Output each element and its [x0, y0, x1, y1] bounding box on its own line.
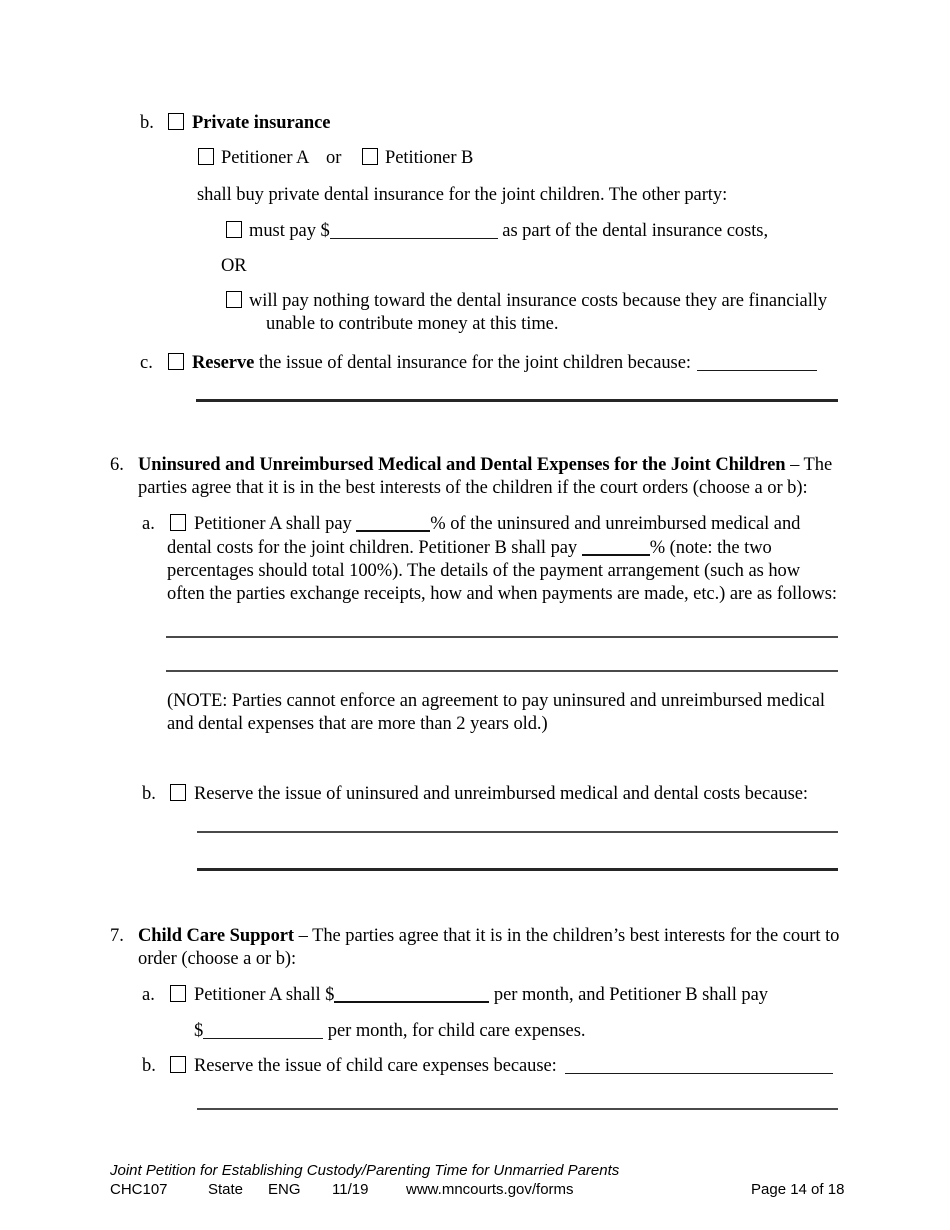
- text-7a-line1: Petitioner A shall $ per month, and Peti…: [194, 984, 768, 1007]
- text-must-pay-amount: must pay $ as part of the dental insuran…: [249, 220, 768, 243]
- text-7a-line2-post: per month, for child care expenses.: [327, 1021, 586, 1041]
- text-6a-line1: Petitioner A shall pay % of the uninsure…: [194, 513, 800, 536]
- footer-page-number: Page 14 of 18: [751, 1181, 845, 1198]
- list-marker-section-6: 6.: [110, 455, 124, 475]
- blank-7a-petitioner-a-amount[interactable]: [334, 987, 490, 1003]
- checkbox-petitioner-a-dental[interactable]: [198, 148, 214, 165]
- text-must-pay-prefix: must pay $: [249, 221, 330, 241]
- text-6a-line2-pre: dental costs for the joint children. Pet…: [167, 538, 582, 558]
- checkbox-private-insurance[interactable]: [168, 113, 184, 130]
- checkbox-petitioner-b-dental[interactable]: [362, 148, 378, 165]
- blank-6a-petitioner-a-percent[interactable]: [356, 516, 431, 532]
- document-page: b. Private insurance Petitioner A or Pet…: [0, 0, 950, 1230]
- list-marker-c-reserve-dental: c.: [140, 353, 153, 373]
- rule-6a-details-2[interactable]: [166, 670, 838, 672]
- checkbox-must-pay-amount[interactable]: [226, 221, 242, 238]
- footer-revision-date: 11/19: [332, 1181, 369, 1198]
- text-reserve-rest: the issue of dental insurance for the jo…: [254, 353, 691, 373]
- label-or-alternative: OR: [221, 256, 247, 276]
- text-section-7-intro-line2: order (choose a or b):: [138, 949, 297, 969]
- blank-must-pay-amount[interactable]: [329, 224, 498, 239]
- blank-6a-petitioner-b-percent[interactable]: [581, 540, 650, 556]
- heading-section-7-rest: – The parties agree that it is in the ch…: [294, 926, 840, 946]
- text-7a-line2-pre: $: [194, 1021, 204, 1041]
- text-6a-note-line1: (NOTE: Parties cannot enforce an agreeme…: [167, 691, 825, 711]
- text-7b-reserve-child-care: Reserve the issue of child care expenses…: [194, 1055, 833, 1078]
- text-7b-label: Reserve the issue of child care expenses…: [194, 1056, 557, 1076]
- text-6a-line3: percentages should total 100%). The deta…: [167, 561, 801, 581]
- blank-7a-petitioner-b-amount[interactable]: [203, 1024, 324, 1039]
- footer-form-number: CHC107: [110, 1181, 168, 1198]
- list-marker-b-private-insurance: b.: [140, 113, 154, 133]
- footer-language: ENG: [268, 1181, 301, 1198]
- blank-7b-reason[interactable]: [564, 1059, 833, 1074]
- heading-private-insurance: Private insurance: [192, 113, 331, 133]
- checkbox-reserve-dental-insurance[interactable]: [168, 353, 184, 370]
- rule-reserve-dental-reason-2[interactable]: [196, 399, 838, 402]
- text-6a-note-line2: and dental expenses that are more than 2…: [167, 714, 548, 734]
- heading-section-7-bold: Child Care Support: [138, 926, 295, 946]
- label-or-between-petitioners: or: [326, 148, 342, 168]
- list-marker-6b: b.: [142, 784, 156, 804]
- list-marker-7a: a.: [142, 985, 155, 1005]
- rule-6b-reason-1[interactable]: [197, 831, 838, 833]
- text-7a-line1-pre: Petitioner A shall $: [194, 985, 335, 1005]
- heading-section-6-rest: – The: [785, 455, 833, 475]
- text-will-pay-nothing-line1: will pay nothing toward the dental insur…: [249, 291, 828, 311]
- rule-6a-details-1[interactable]: [166, 636, 838, 638]
- heading-section-6-bold: Uninsured and Unreimbursed Medical and D…: [138, 455, 786, 475]
- checkbox-will-pay-nothing[interactable]: [226, 291, 242, 308]
- text-7a-line2: $ per month, for child care expenses.: [194, 1020, 586, 1043]
- footer-form-title: Joint Petition for Establishing Custody/…: [110, 1162, 620, 1179]
- text-must-pay-suffix: as part of the dental insurance costs,: [502, 221, 769, 241]
- list-marker-6a: a.: [142, 514, 155, 534]
- text-6a-line4: often the parties exchange receipts, how…: [167, 584, 837, 604]
- checkbox-6b-reserve-medical[interactable]: [170, 784, 186, 801]
- rule-7b-reason-2[interactable]: [197, 1108, 838, 1110]
- checkbox-6a-percentage-split[interactable]: [170, 514, 186, 531]
- text-6a-line2-post: % (note: the two: [649, 538, 772, 558]
- list-marker-section-7: 7.: [110, 926, 124, 946]
- heading-section-7: Child Care Support – The parties agree t…: [138, 925, 854, 948]
- heading-section-6: Uninsured and Unreimbursed Medical and D…: [138, 454, 850, 477]
- text-6a-line2: dental costs for the joint children. Pet…: [167, 537, 772, 560]
- text-reserve-dental-insurance: Reserve the issue of dental insurance fo…: [192, 352, 817, 375]
- text-section-6-intro-line2: parties agree that it is in the best int…: [138, 478, 808, 498]
- label-petitioner-b-dental: Petitioner B: [385, 148, 474, 168]
- checkbox-7a-child-care-amounts[interactable]: [170, 985, 186, 1002]
- text-6a-line1-pre: Petitioner A shall pay: [194, 514, 357, 534]
- text-7a-line1-post: per month, and Petitioner B shall pay: [493, 985, 768, 1005]
- text-reserve-bold: Reserve: [192, 353, 255, 373]
- list-marker-7b: b.: [142, 1056, 156, 1076]
- blank-reserve-dental-reason[interactable]: [696, 356, 817, 371]
- checkbox-7b-reserve-child-care[interactable]: [170, 1056, 186, 1073]
- rule-6b-reason-2[interactable]: [197, 868, 838, 871]
- text-6b-reserve-medical: Reserve the issue of uninsured and unrei…: [194, 784, 808, 804]
- text-6a-line1-post: % of the uninsured and unreimbursed medi…: [430, 514, 801, 534]
- footer-jurisdiction: State: [208, 1181, 244, 1198]
- footer-website-link[interactable]: www.mncourts.gov/forms: [406, 1180, 574, 1199]
- text-shall-buy-private-dental: shall buy private dental insurance for t…: [197, 185, 728, 205]
- text-will-pay-nothing-line2: unable to contribute money at this time.: [266, 314, 559, 334]
- label-petitioner-a-dental: Petitioner A: [221, 148, 310, 168]
